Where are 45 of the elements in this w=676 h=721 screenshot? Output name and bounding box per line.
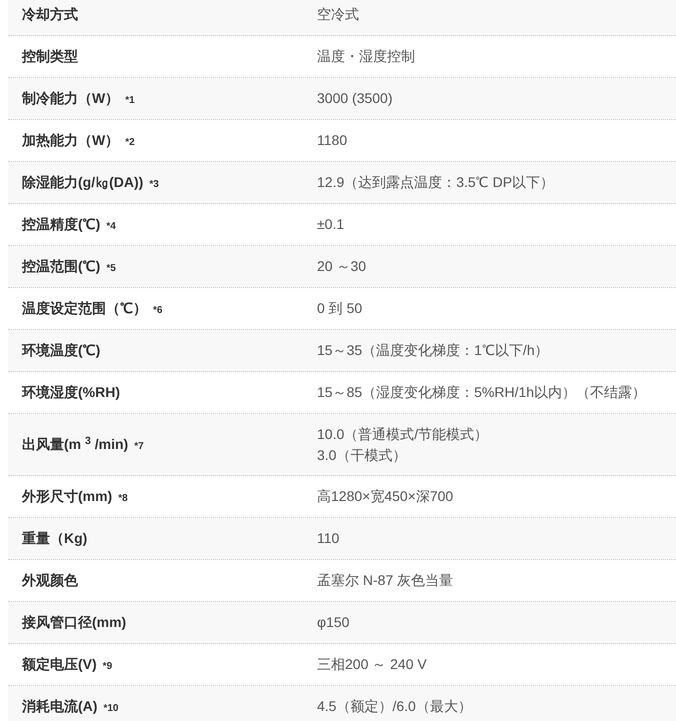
spec-value: 高1280×宽450×深700	[317, 487, 454, 506]
spec-value: φ150	[317, 613, 350, 632]
spec-value: 20 ～30	[317, 257, 366, 276]
spec-label: 加热能力（W）	[22, 131, 120, 150]
spec-label: 控温范围(℃)	[22, 257, 100, 276]
footnote-mark: *8	[118, 492, 128, 506]
spec-label: 额定电压(V)	[22, 655, 97, 674]
footnote-mark: *7	[134, 440, 144, 454]
spec-value: 12.9（达到露点温度：3.5℃ DP以下）	[317, 173, 554, 192]
spec-value: 15～85（湿度变化梯度：5%RH/1h以内）（不结露）	[317, 383, 646, 402]
footnote-mark: *2	[125, 136, 135, 150]
spec-value: ±0.1	[317, 215, 344, 234]
footnote-mark: *9	[102, 660, 112, 674]
spec-label: 制冷能力（W）	[22, 89, 120, 108]
spec-label: 环境湿度(%RH)	[22, 383, 120, 402]
spec-label: 环境温度(℃)	[22, 341, 100, 360]
footnote-mark: *3	[149, 178, 159, 192]
spec-label: 外观颜色	[22, 571, 78, 590]
spec-value: 空冷式	[317, 5, 359, 24]
spec-value: 110	[317, 529, 340, 548]
spec-value: 3.0（干模式）	[317, 446, 408, 464]
spec-label: 接风管口径(mm)	[22, 613, 126, 632]
spec-label: 出风量(m $^{3}$ /min)	[22, 434, 128, 454]
spec-label: 冷却方式	[22, 5, 78, 24]
spec-label: 重量（Kg)	[22, 529, 88, 548]
spec-value: 4.5（额定）/6.0（最大）	[317, 697, 472, 716]
spec-value: 1180	[317, 131, 348, 150]
footnote-mark: *1	[125, 94, 135, 108]
spec-label: 消耗电流(A)	[22, 697, 98, 716]
footnote-mark: *5	[106, 262, 116, 276]
footnote-mark: *6	[153, 304, 162, 318]
spec-label: 控制类型	[22, 47, 78, 66]
spec-label: 除湿能力(g/㎏(DA))	[22, 173, 144, 192]
spec-label: 外形尺寸(mm)	[22, 487, 112, 506]
spec-value: 孟塞尔 N-87 灰色当量	[317, 571, 454, 590]
footnote-mark: *4	[106, 220, 116, 234]
spec-value: 10.0（普通模式/节能模式）	[317, 424, 488, 444]
spec-value: 三相200 ～ 240 V	[317, 655, 427, 674]
spec-value: 3000 (3500)	[317, 89, 393, 108]
spec-value: 温度・湿度控制	[317, 47, 415, 66]
spec-label: 温度设定范围（℃）	[22, 299, 147, 318]
spec-value: 0 到 50	[317, 299, 362, 318]
spec-value: 15～35（温度变化梯度：1℃以下/h）	[317, 341, 549, 360]
footnote-mark: *10	[103, 702, 118, 716]
spec-label: 控温精度(℃)	[22, 215, 100, 234]
